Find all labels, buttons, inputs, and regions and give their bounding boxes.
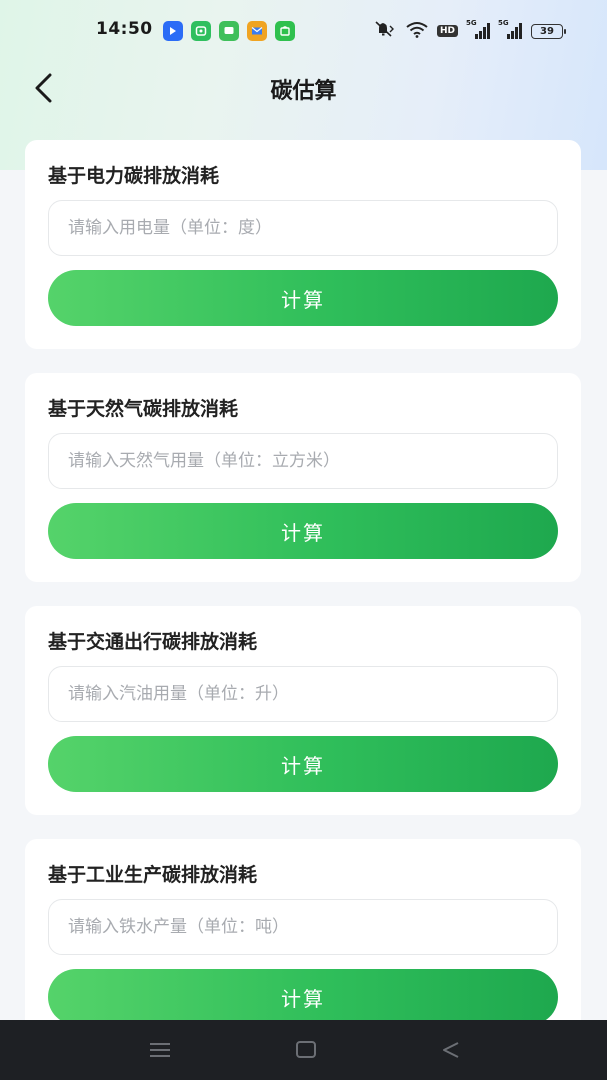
recent-apps-button[interactable]	[143, 1034, 177, 1066]
signal-icon: 5G	[466, 19, 490, 39]
card-title: 基于交通出行碳排放消耗	[48, 631, 258, 653]
card-title: 基于工业生产碳排放消耗	[48, 864, 258, 886]
notification-icons	[163, 21, 295, 41]
calculate-button-natural-gas[interactable]: 计算	[48, 503, 558, 559]
wifi-icon	[406, 21, 428, 42]
calculate-button-electricity[interactable]: 计算	[48, 270, 558, 326]
card-industry: 基于工业生产碳排放消耗 计算	[25, 839, 581, 1048]
card-natural-gas: 基于天然气碳排放消耗 计算	[25, 373, 581, 582]
card-title: 基于电力碳排放消耗	[48, 165, 220, 187]
store-notification-icon	[275, 21, 295, 41]
page-header: 碳估算	[0, 60, 607, 120]
mute-vibrate-icon	[373, 20, 397, 42]
calculate-button-industry[interactable]: 计算	[48, 969, 558, 1025]
battery-icon: 39	[531, 23, 566, 39]
page-title: 碳估算	[270, 79, 337, 104]
card-transport: 基于交通出行碳排放消耗 计算	[25, 606, 581, 815]
back-nav-button[interactable]	[434, 1034, 468, 1066]
card-electricity: 基于电力碳排放消耗 计算	[25, 140, 581, 349]
status-bar: 14:50 HD 5G 5G 39	[0, 0, 607, 60]
home-button[interactable]	[289, 1034, 323, 1066]
calculate-button-transport[interactable]: 计算	[48, 736, 558, 792]
back-triangle-icon	[443, 1042, 459, 1058]
hd-badge: HD	[436, 25, 458, 37]
natural-gas-input[interactable]	[48, 433, 558, 489]
signal-label: 5G	[466, 19, 477, 27]
app-notification-icon	[163, 21, 183, 41]
signal-icon-2: 5G	[498, 19, 522, 39]
menu-icon	[150, 1043, 170, 1057]
status-time: 14:50	[96, 19, 153, 39]
wechat-notification-icon	[191, 21, 211, 41]
signal-label-2: 5G	[498, 19, 509, 27]
system-status-icons: HD 5G 5G 39	[373, 19, 566, 42]
gasoline-input[interactable]	[48, 666, 558, 722]
mail-notification-icon	[247, 21, 267, 41]
message-notification-icon	[219, 21, 239, 41]
system-navigation-bar	[0, 1020, 607, 1080]
card-title: 基于天然气碳排放消耗	[48, 398, 239, 420]
iron-output-input[interactable]	[48, 899, 558, 955]
electricity-input[interactable]	[48, 200, 558, 256]
home-square-icon	[296, 1041, 316, 1058]
